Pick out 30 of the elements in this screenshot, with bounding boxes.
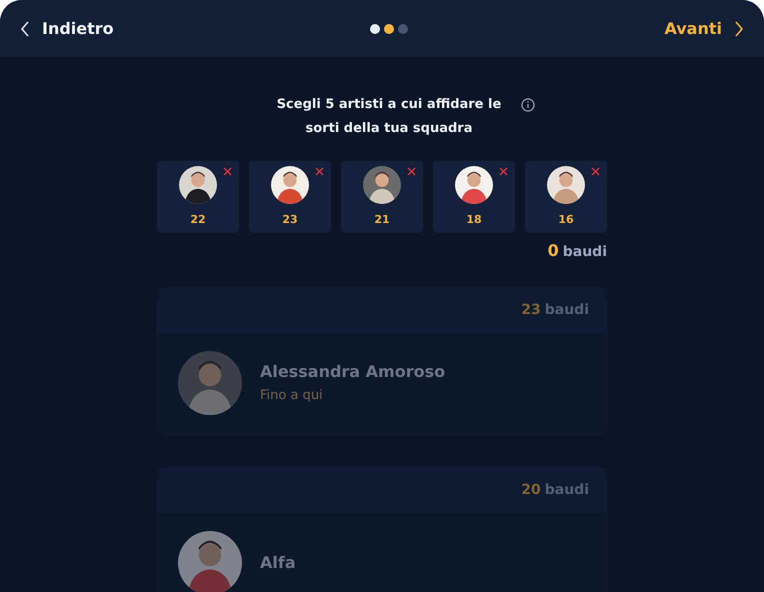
chevron-right-icon (734, 20, 744, 36)
pick-points: 23 (282, 212, 298, 228)
artist-name: Alessandra Amoroso (260, 361, 446, 384)
pick-card[interactable]: 23 (249, 161, 331, 233)
info-icon[interactable] (521, 98, 535, 112)
artist-name: Alfa (260, 552, 296, 574)
remove-icon[interactable] (499, 167, 508, 176)
pick-card[interactable]: 21 (341, 161, 423, 233)
points-unit: baudi (544, 301, 589, 320)
pick-points: 18 (466, 212, 482, 228)
pick-points: 21 (374, 212, 390, 228)
chevron-left-icon (20, 20, 30, 36)
remove-icon[interactable] (223, 167, 232, 176)
pick-card[interactable]: 16 (525, 161, 607, 233)
instruction-text: Scegli 5 artisti a cui affidare le sorti della tua squadra (276, 96, 502, 138)
points-unit: baudi (544, 481, 589, 500)
next-button[interactable]: Avanti (664, 16, 744, 40)
back-button[interactable]: Indietro (20, 16, 114, 40)
artist-points: 20 (521, 481, 541, 500)
pick-card[interactable]: 22 (157, 161, 239, 233)
artist-points: 23 (521, 301, 541, 320)
budget-amount: 0 (548, 240, 559, 262)
remove-icon[interactable] (315, 167, 324, 176)
budget-unit: baudi (562, 243, 607, 262)
song-title: Fino a qui (260, 387, 324, 406)
remove-icon[interactable] (591, 167, 600, 176)
remove-icon[interactable] (407, 167, 416, 176)
pick-card[interactable]: 18 (433, 161, 515, 233)
pick-points: 16 (558, 212, 574, 228)
pick-points: 22 (190, 212, 206, 228)
